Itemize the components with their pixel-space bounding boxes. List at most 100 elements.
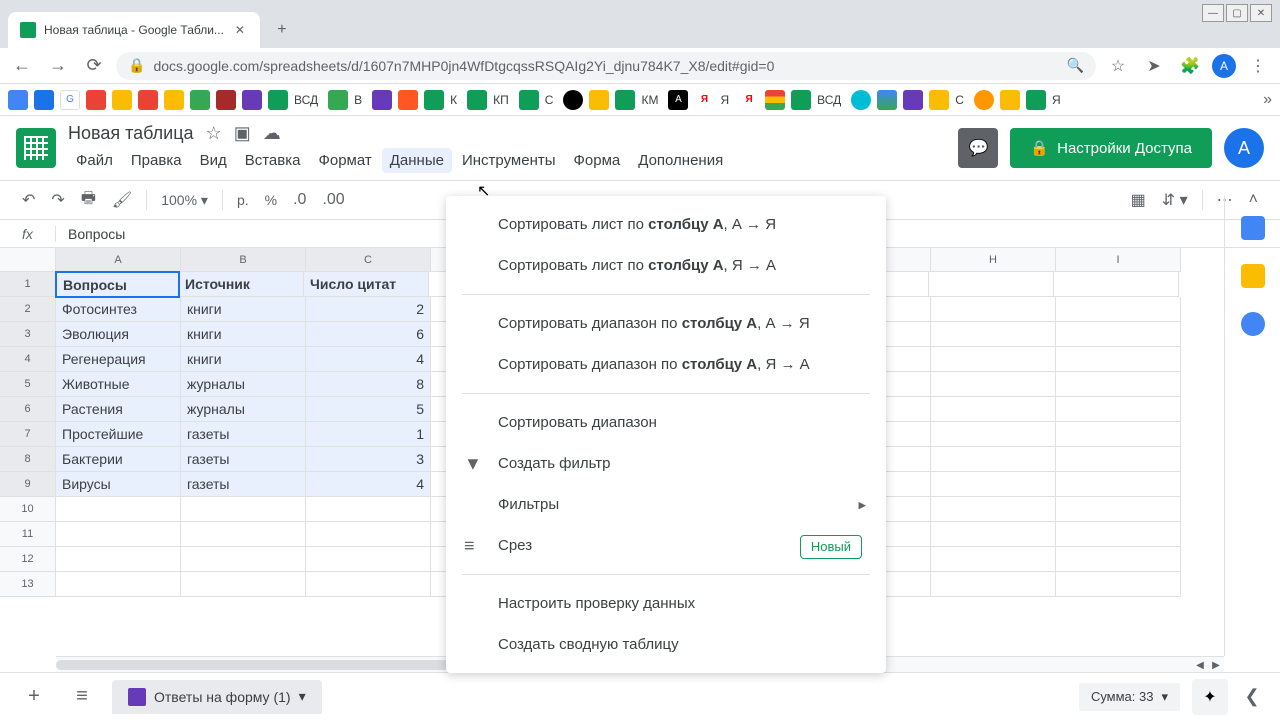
cell[interactable] xyxy=(931,447,1056,472)
menu-инструменты[interactable]: Инструменты xyxy=(454,148,564,173)
back-button[interactable]: ← xyxy=(8,52,36,80)
profile-avatar[interactable]: A xyxy=(1212,54,1236,78)
bookmark-item[interactable] xyxy=(112,90,132,110)
cell[interactable] xyxy=(1056,547,1181,572)
redo-button[interactable]: ↷ xyxy=(45,186,70,214)
menu-данные[interactable]: Данные xyxy=(382,148,452,173)
row-header[interactable]: 9 xyxy=(0,472,56,497)
menu-вставка[interactable]: Вставка xyxy=(237,148,309,173)
decrease-decimal-button[interactable]: .0 xyxy=(287,187,312,213)
cell[interactable]: книги xyxy=(181,297,306,322)
bookmark-item[interactable] xyxy=(903,90,923,110)
cell[interactable]: 4 xyxy=(306,347,431,372)
cell[interactable]: 6 xyxy=(306,322,431,347)
cell[interactable] xyxy=(56,497,181,522)
cell[interactable] xyxy=(931,572,1056,597)
add-sheet-button[interactable]: + xyxy=(16,679,52,715)
cell[interactable]: Бактерии xyxy=(56,447,181,472)
currency-button[interactable]: р. xyxy=(231,192,255,208)
bookmark-item[interactable] xyxy=(929,90,949,110)
cell[interactable] xyxy=(1056,472,1181,497)
cell[interactable] xyxy=(181,547,306,572)
chrome-menu-icon[interactable]: ⋮ xyxy=(1244,52,1272,80)
cell[interactable] xyxy=(181,522,306,547)
cell[interactable]: журналы xyxy=(181,397,306,422)
cell[interactable]: 3 xyxy=(306,447,431,472)
bookmarks-overflow[interactable]: » xyxy=(1263,91,1272,109)
bookmark-item[interactable] xyxy=(34,90,54,110)
tasks-icon[interactable] xyxy=(1241,312,1265,336)
side-panel-toggle[interactable]: ❮ xyxy=(1240,686,1264,707)
bookmark-item[interactable] xyxy=(563,90,583,110)
cell[interactable]: 5 xyxy=(306,397,431,422)
bookmark-item[interactable] xyxy=(8,90,28,110)
bookmark-item[interactable] xyxy=(519,90,539,110)
cell[interactable] xyxy=(1056,522,1181,547)
zoom-indicator-icon[interactable]: 🔍 xyxy=(1067,57,1084,74)
cell[interactable]: Источник xyxy=(179,272,304,297)
cell[interactable] xyxy=(56,522,181,547)
url-bar[interactable]: 🔒 docs.google.com/spreadsheets/d/1607n7M… xyxy=(116,52,1096,80)
cell[interactable]: Вопросы xyxy=(55,271,180,298)
calendar-icon[interactable] xyxy=(1241,216,1265,240)
cell[interactable] xyxy=(929,272,1054,297)
window-maximize[interactable]: ▢ xyxy=(1226,4,1248,22)
row-header[interactable]: 1 xyxy=(0,272,56,297)
cell[interactable] xyxy=(1056,422,1181,447)
cell[interactable] xyxy=(1056,322,1181,347)
cell[interactable] xyxy=(1056,297,1181,322)
cell[interactable]: книги xyxy=(181,322,306,347)
column-header[interactable]: A xyxy=(56,248,181,272)
bookmark-item[interactable]: Я xyxy=(739,90,759,110)
menu-формат[interactable]: Формат xyxy=(310,148,379,173)
bookmark-item[interactable] xyxy=(328,90,348,110)
bookmark-item[interactable] xyxy=(372,90,392,110)
column-header[interactable]: I xyxy=(1056,248,1181,272)
cell[interactable]: 1 xyxy=(306,422,431,447)
bookmark-star-icon[interactable]: ☆ xyxy=(1104,52,1132,80)
percent-button[interactable]: % xyxy=(259,192,283,208)
window-close[interactable]: ✕ xyxy=(1250,4,1272,22)
cell[interactable]: Растения xyxy=(56,397,181,422)
cell[interactable] xyxy=(181,497,306,522)
cell[interactable] xyxy=(931,297,1056,322)
cell[interactable] xyxy=(931,497,1056,522)
all-sheets-button[interactable]: ≡ xyxy=(64,679,100,715)
bookmark-item[interactable] xyxy=(86,90,106,110)
cell[interactable]: газеты xyxy=(181,447,306,472)
cell[interactable]: журналы xyxy=(181,372,306,397)
column-header[interactable]: B xyxy=(181,248,306,272)
menu-data-validation[interactable]: Настроить проверку данных xyxy=(446,583,886,624)
sheet-tab[interactable]: Ответы на форму (1) ▾ xyxy=(112,680,322,714)
cell[interactable]: Животные xyxy=(56,372,181,397)
menu-дополнения[interactable]: Дополнения xyxy=(630,148,731,173)
send-icon[interactable]: ➤ xyxy=(1140,52,1168,80)
cell[interactable] xyxy=(306,547,431,572)
menu-filters[interactable]: Фильтры ▸ xyxy=(446,484,886,525)
cell[interactable] xyxy=(1056,447,1181,472)
cell[interactable] xyxy=(931,322,1056,347)
share-button[interactable]: 🔒 Настройки Доступа xyxy=(1010,128,1212,168)
bookmark-label[interactable]: В xyxy=(354,93,362,107)
borders-button[interactable]: ▦ xyxy=(1125,186,1152,214)
merge-button[interactable]: ⇵ ▾ xyxy=(1156,186,1194,214)
scroll-right-icon[interactable]: ▶ xyxy=(1208,657,1224,673)
cell[interactable]: 4 xyxy=(306,472,431,497)
cell[interactable] xyxy=(1054,272,1179,297)
cell[interactable]: газеты xyxy=(181,422,306,447)
bookmark-item[interactable]: Я xyxy=(694,90,714,110)
row-header[interactable]: 13 xyxy=(0,572,56,597)
bookmark-item[interactable] xyxy=(138,90,158,110)
column-header[interactable]: C xyxy=(306,248,431,272)
window-minimize[interactable]: — xyxy=(1202,4,1224,22)
sheet-tab-menu-icon[interactable]: ▾ xyxy=(299,688,306,705)
tab-close-icon[interactable]: ✕ xyxy=(232,22,248,38)
extensions-icon[interactable]: 🧩 xyxy=(1176,52,1204,80)
bookmark-item[interactable] xyxy=(1026,90,1046,110)
menu-форма[interactable]: Форма xyxy=(566,148,629,173)
cell[interactable]: Простейшие xyxy=(56,422,181,447)
comments-button[interactable]: 💬 xyxy=(958,128,998,168)
row-header[interactable]: 4 xyxy=(0,347,56,372)
row-header[interactable]: 12 xyxy=(0,547,56,572)
bookmark-item[interactable] xyxy=(190,90,210,110)
